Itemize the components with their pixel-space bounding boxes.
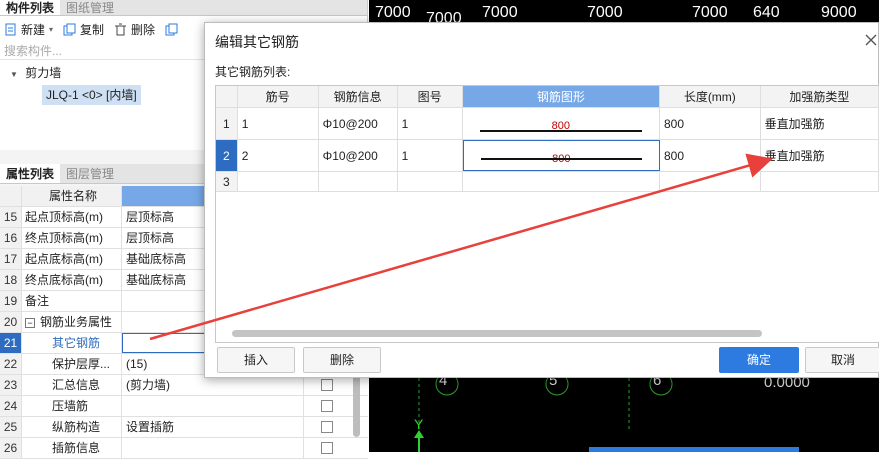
annotation-arrow <box>149 153 773 341</box>
